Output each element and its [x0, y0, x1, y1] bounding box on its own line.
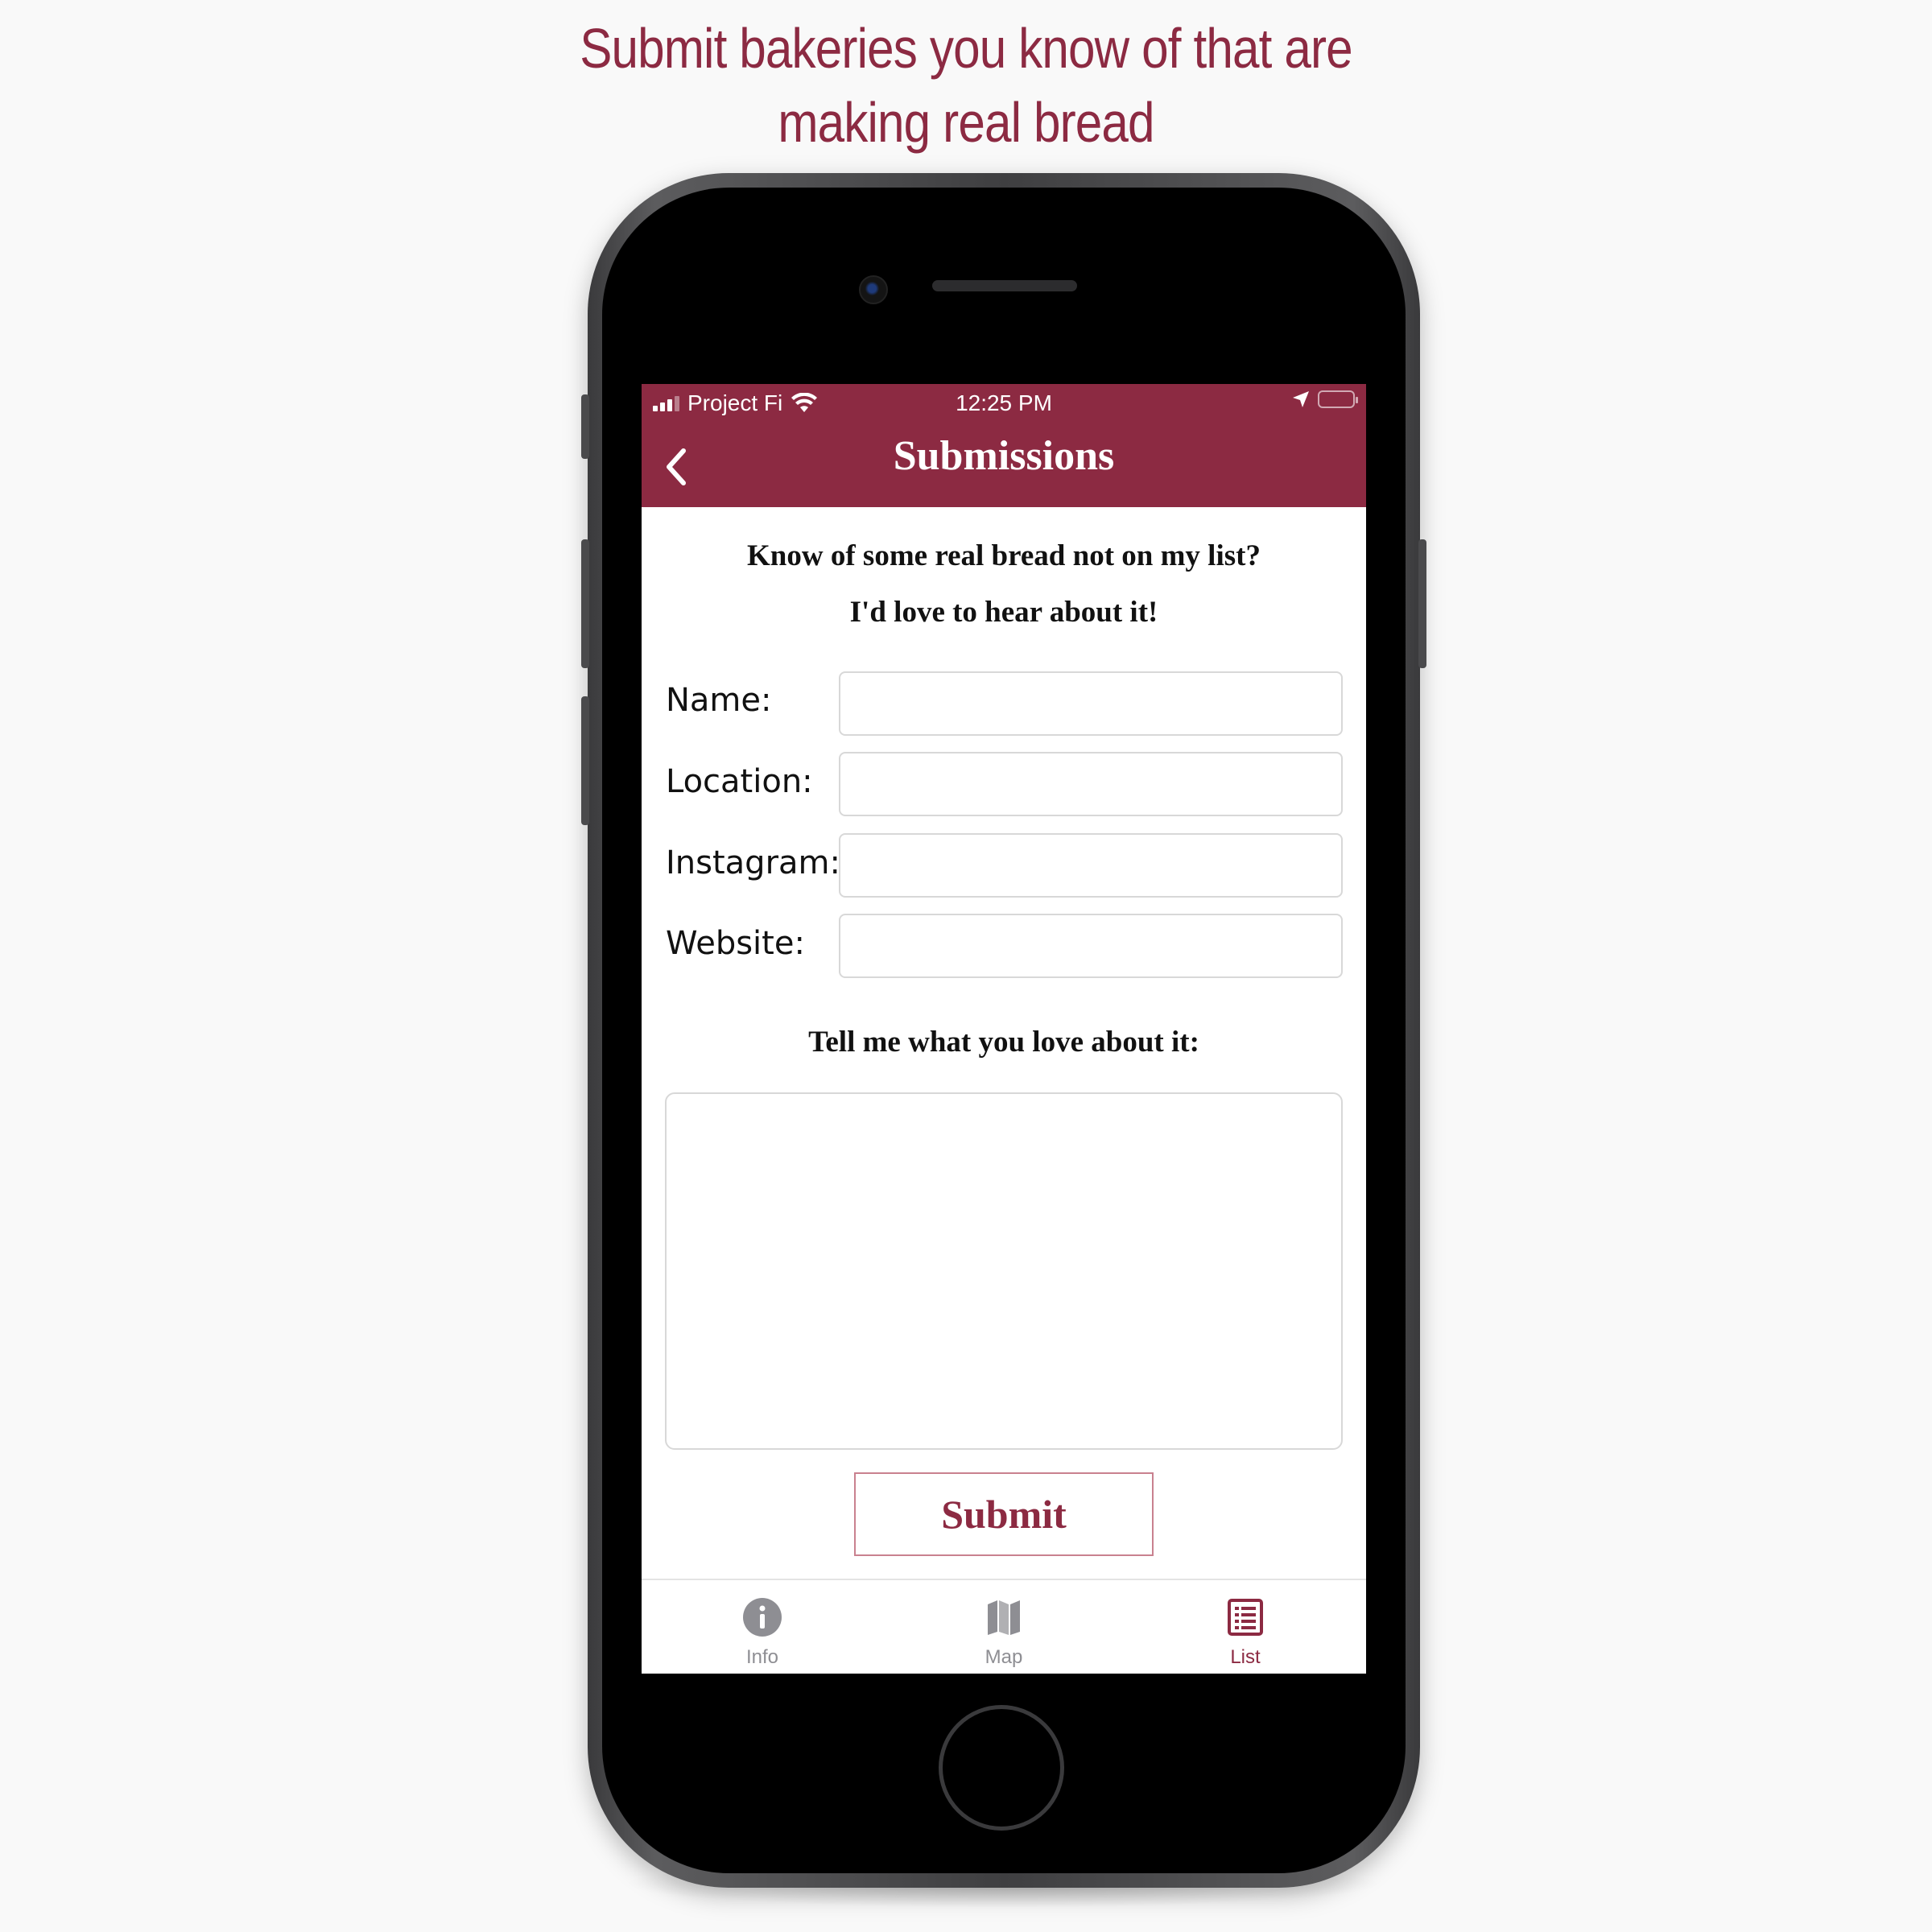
instagram-label: Instagram: [666, 844, 840, 881]
website-field[interactable] [839, 914, 1343, 978]
submit-button[interactable]: Submit [854, 1472, 1154, 1556]
map-icon [988, 1600, 1020, 1635]
tab-list-label: List [1230, 1646, 1261, 1668]
mute-switch [581, 394, 589, 459]
instagram-field[interactable] [839, 833, 1343, 898]
comments-textarea[interactable] [665, 1092, 1343, 1450]
status-time: 12:25 PM [956, 390, 1052, 415]
tab-bar: Info Map List [642, 1579, 1366, 1674]
intro-line-2: I'd love to hear about it! [849, 596, 1158, 629]
tab-info-label: Info [745, 1646, 779, 1668]
tab-map[interactable]: Map [883, 1580, 1125, 1674]
app-header: Project Fi 12:25 PM Submissions [642, 384, 1366, 507]
comments-label: Tell me what you love about it: [808, 1026, 1199, 1059]
website-label: Website: [666, 925, 805, 962]
headline-line-2: making real bread [778, 91, 1154, 154]
volume-down-button [581, 696, 589, 825]
promo-headline: Submit bakeries you know of that are mak… [135, 11, 1797, 159]
list-icon [1228, 1599, 1263, 1636]
info-icon [743, 1598, 782, 1637]
page-title: Submissions [893, 433, 1115, 479]
tab-map-label: Map [985, 1646, 1023, 1668]
name-label: Name: [666, 682, 772, 719]
status-right-icons [1292, 390, 1358, 408]
tab-info[interactable]: Info [642, 1580, 883, 1674]
volume-up-button [581, 539, 589, 668]
intro-line-1: Know of some real bread not on my list? [747, 539, 1261, 572]
front-camera [859, 275, 888, 304]
power-button [1418, 539, 1426, 668]
location-label: Location: [666, 763, 813, 800]
location-arrow-icon [1293, 391, 1309, 407]
earpiece-speaker [932, 280, 1077, 291]
battery-charging-icon [1318, 390, 1358, 408]
status-bar: Project Fi 12:25 PM [642, 384, 1366, 423]
app-screen: Project Fi 12:25 PM Submissions Know of … [642, 384, 1366, 1674]
home-button[interactable] [939, 1705, 1064, 1831]
name-field[interactable] [839, 671, 1343, 736]
location-field[interactable] [839, 752, 1343, 816]
headline-line-1: Submit bakeries you know of that are [580, 17, 1352, 80]
tab-list[interactable]: List [1125, 1580, 1366, 1674]
